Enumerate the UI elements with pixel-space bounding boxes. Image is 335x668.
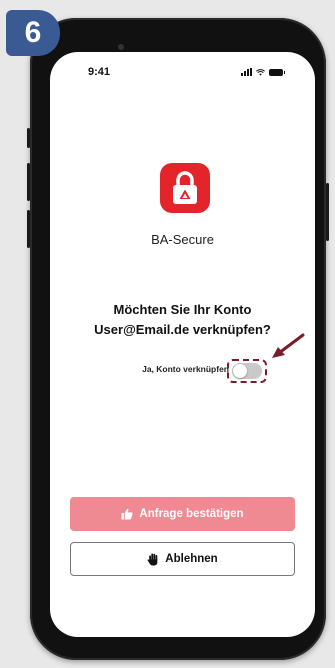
front-camera bbox=[118, 44, 124, 50]
status-icons bbox=[241, 68, 285, 76]
app-name: BA-Secure bbox=[151, 232, 214, 247]
battery-icon bbox=[269, 68, 285, 76]
status-bar: 9:41 bbox=[50, 52, 315, 92]
phone-screen: 9:41 BA-Secure Möchten Sie Ihr Konto Use… bbox=[50, 52, 315, 637]
thumbs-up-icon bbox=[121, 508, 133, 520]
step-badge: 6 bbox=[6, 10, 60, 56]
status-time: 9:41 bbox=[88, 66, 111, 78]
signal-icon bbox=[241, 68, 252, 76]
confirm-request-label: Anfrage bestätigen bbox=[139, 508, 244, 520]
lock-logo-icon bbox=[173, 171, 197, 204]
toggle-knob bbox=[233, 364, 247, 378]
volume-up-button bbox=[27, 163, 30, 201]
question-line-1: Möchten Sie Ihr Konto bbox=[113, 302, 252, 317]
app-logo bbox=[160, 163, 210, 213]
link-account-row: Ja, Konto verknüpfen bbox=[50, 359, 315, 383]
volume-down-button bbox=[27, 210, 30, 248]
link-account-toggle[interactable] bbox=[232, 363, 262, 379]
mute-switch bbox=[27, 128, 30, 148]
confirm-request-button[interactable]: Anfrage bestätigen bbox=[70, 497, 295, 531]
decline-button[interactable]: Ablehnen bbox=[70, 542, 295, 576]
link-account-label: Ja, Konto verknüpfen bbox=[142, 364, 229, 374]
decline-label: Ablehnen bbox=[165, 553, 218, 565]
wifi-icon bbox=[256, 68, 265, 76]
power-button bbox=[326, 183, 329, 241]
arrow-icon bbox=[272, 333, 305, 358]
hand-stop-icon bbox=[147, 553, 158, 565]
